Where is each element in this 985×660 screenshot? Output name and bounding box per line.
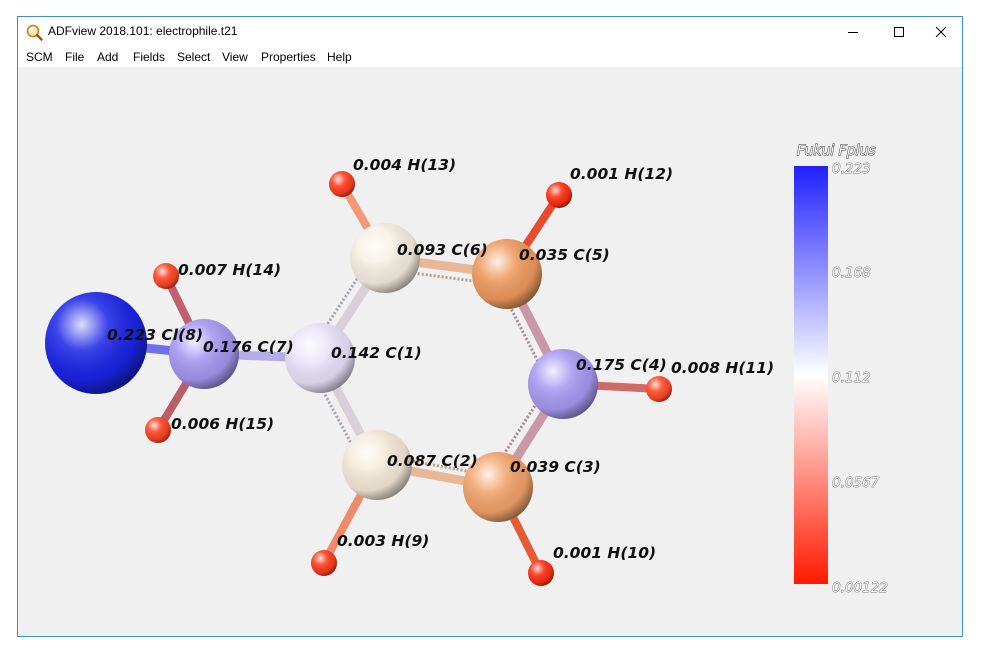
label-cl8: 0.223 Cl(8): [107, 326, 203, 344]
label-h11: 0.008 H(11): [671, 359, 774, 377]
atom-h14-shading: [153, 263, 179, 289]
atom-h10-shading: [528, 560, 554, 586]
atom-h13-shading: [329, 171, 355, 197]
menu-help[interactable]: Help: [326, 50, 353, 64]
colorbar-title: Fukui Fplus: [797, 143, 876, 159]
atom-h15-shading: [145, 417, 171, 443]
menu-properties[interactable]: Properties: [260, 50, 317, 64]
close-button[interactable]: [918, 17, 962, 47]
label-c7: 0.176 C(7): [203, 338, 294, 356]
adfview-window: ADFview 2018.101: electrophile.t21 SCM F…: [17, 16, 963, 637]
menu-bar: SCM File Add Fields Select View Properti…: [18, 47, 962, 67]
label-c6: 0.093 C(6): [397, 241, 488, 259]
atoms: [45, 171, 672, 586]
molecule-viewport[interactable]: 0.004 H(13) 0.001 H(12) 0.093 C(6) 0.035…: [18, 67, 963, 637]
colorbar-tick-min: 0.00122: [832, 580, 888, 596]
label-c4: 0.175 C(4): [576, 356, 667, 374]
atom-h11-shading: [646, 376, 672, 402]
atom-h9[interactable]: [311, 550, 337, 576]
title-bar: ADFview 2018.101: electrophile.t21: [18, 17, 962, 47]
menu-add[interactable]: Add: [96, 50, 119, 64]
menu-view[interactable]: View: [221, 50, 249, 64]
label-c2: 0.087 C(2): [387, 452, 478, 470]
label-h10: 0.001 H(10): [553, 544, 656, 562]
maximize-button[interactable]: [876, 17, 922, 47]
colorbar-gradient: [794, 166, 828, 584]
label-c5: 0.035 C(5): [519, 246, 610, 264]
atom-h10[interactable]: [528, 560, 554, 586]
adfview-app-icon: [26, 24, 43, 41]
menu-scm[interactable]: SCM: [25, 50, 54, 64]
close-icon: [935, 26, 947, 38]
atom-h12[interactable]: [546, 182, 572, 208]
colorbar-tick-4: 0.0567: [832, 475, 880, 491]
atom-h14[interactable]: [153, 263, 179, 289]
menu-fields[interactable]: Fields: [132, 50, 166, 64]
label-h13: 0.004 H(13): [353, 156, 456, 174]
atom-h15[interactable]: [145, 417, 171, 443]
fukui-colorbar: Fukui Fplus 0.223 0.168 0.112 0.0567 0.0…: [794, 143, 888, 596]
minimize-icon: [848, 32, 858, 33]
colorbar-tick-mid: 0.112: [832, 370, 871, 386]
label-c1: 0.142 C(1): [331, 344, 422, 362]
menu-file[interactable]: File: [64, 50, 85, 64]
atom-h9-shading: [311, 550, 337, 576]
atom-h13[interactable]: [329, 171, 355, 197]
maximize-icon: [894, 27, 904, 37]
atom-h11[interactable]: [646, 376, 672, 402]
label-h12: 0.001 H(12): [570, 165, 673, 183]
label-h15: 0.006 H(15): [171, 415, 274, 433]
label-h14: 0.007 H(14): [178, 261, 281, 279]
colorbar-tick-max: 0.223: [832, 161, 871, 177]
label-c3: 0.039 C(3): [510, 458, 601, 476]
colorbar-tick-2: 0.168: [832, 265, 871, 281]
atom-h12-shading: [546, 182, 572, 208]
window-title: ADFview 2018.101: electrophile.t21: [48, 24, 238, 38]
label-h9: 0.003 H(9): [337, 532, 429, 550]
menu-select[interactable]: Select: [176, 50, 211, 64]
minimize-button[interactable]: [830, 17, 876, 47]
